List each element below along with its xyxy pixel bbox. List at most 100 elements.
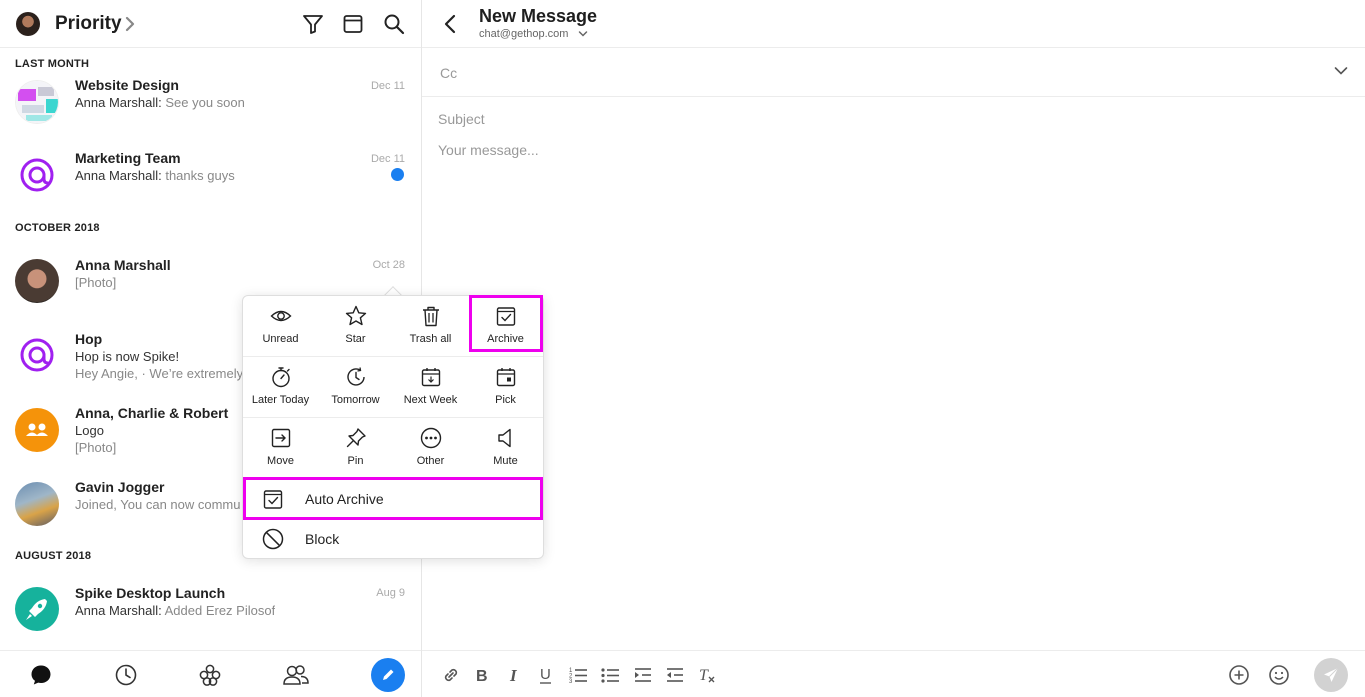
other-action[interactable]: Other (393, 418, 468, 479)
formatting-toolbar: B I U 123 T (422, 650, 1365, 697)
svg-text:B: B (476, 668, 488, 685)
subject-input[interactable]: Subject (438, 111, 485, 127)
avatar (15, 259, 59, 303)
italic-icon[interactable]: I (504, 665, 524, 685)
unread-action[interactable]: Unread (243, 296, 318, 357)
calendar-pick-icon (496, 368, 516, 387)
conversation-date: Dec 11 (370, 153, 405, 165)
conversation-line: Logo (75, 423, 104, 438)
action-label: Move (267, 455, 294, 467)
trash-all-action[interactable]: Trash all (393, 296, 468, 357)
clock-arrow-icon (347, 367, 365, 386)
add-attachment-icon[interactable] (1228, 664, 1250, 686)
clear-formatting-icon[interactable]: T (697, 665, 717, 685)
cc-label: Cc (440, 65, 458, 81)
action-label: Star (345, 333, 366, 345)
section-header: OCTOBER 2018 (15, 222, 100, 234)
pick-date-action[interactable]: Pick (468, 357, 543, 418)
groups-icon[interactable] (198, 663, 222, 687)
conversation-name: Marketing Team (75, 150, 181, 166)
chat-bubble-icon[interactable] (29, 663, 53, 687)
conversation-date: Aug 9 (376, 587, 405, 599)
conversation-name: Website Design (75, 77, 179, 93)
pin-icon (346, 428, 366, 448)
cc-field[interactable]: Cc (422, 48, 1365, 97)
menu-row: Later Today Tomorrow Next Week Pick (243, 357, 543, 418)
section-header: AUGUST 2018 (15, 550, 92, 562)
star-icon (345, 305, 367, 326)
block-icon (262, 528, 284, 550)
svg-text:T: T (699, 667, 709, 684)
mute-action[interactable]: Mute (468, 418, 543, 479)
menu-row: Move Pin Other Mute (243, 418, 543, 479)
message-input[interactable]: Your message... (438, 142, 539, 158)
chevron-down-icon[interactable] (578, 30, 588, 38)
conversation-row[interactable]: Marketing Team Anna Marshall: thanks guy… (0, 145, 421, 215)
indent-icon[interactable] (633, 665, 653, 685)
rocket-avatar (15, 587, 59, 631)
conversation-preview: Hey Angie, · We’re extremely (75, 366, 244, 381)
conversation-name: Anna Marshall (75, 257, 171, 273)
action-label: Next Week (403, 394, 458, 406)
svg-text:U: U (540, 666, 551, 683)
speaker-mute-icon (498, 428, 511, 448)
calendar-view-icon[interactable] (341, 12, 365, 36)
tomorrow-action[interactable]: Tomorrow (318, 357, 393, 418)
numbered-list-icon[interactable]: 123 (568, 665, 588, 685)
action-label: Tomorrow (331, 394, 380, 406)
later-today-action[interactable]: Later Today (243, 357, 318, 418)
compose-header: New Message chat@gethop.com (422, 0, 1365, 48)
outdent-icon[interactable] (665, 665, 685, 685)
spike-logo-icon (15, 333, 59, 377)
from-account[interactable]: chat@gethop.com (479, 28, 568, 40)
move-action[interactable]: Move (243, 418, 318, 479)
search-icon[interactable] (382, 12, 406, 36)
underline-icon[interactable]: U (536, 665, 556, 685)
block-action[interactable]: Block (243, 519, 543, 559)
conversation-line: Hop is now Spike! (75, 349, 180, 364)
next-week-action[interactable]: Next Week (393, 357, 468, 418)
section-header: LAST MONTH (15, 58, 90, 70)
pencil-icon (383, 669, 394, 680)
my-avatar[interactable] (16, 12, 40, 36)
conversation-row[interactable]: Website Design Anna Marshall: See you so… (0, 72, 421, 142)
link-icon[interactable] (441, 665, 461, 685)
conversation-date: Dec 11 (370, 80, 405, 92)
list-header: Priority (0, 0, 421, 48)
highlight-box (243, 477, 543, 520)
chevron-down-icon[interactable] (1334, 66, 1348, 76)
spike-group-icon (15, 153, 59, 197)
eye-icon (270, 310, 292, 322)
back-arrow-icon[interactable] (442, 13, 458, 35)
star-action[interactable]: Star (318, 296, 393, 357)
conversation-preview: Anna Marshall: See you soon (75, 95, 245, 110)
clock-icon[interactable] (114, 663, 138, 687)
mailbox-title[interactable]: Priority (55, 13, 122, 35)
send-button[interactable] (1314, 658, 1348, 692)
conversation-name: Anna, Charlie & Robert (75, 405, 229, 421)
stopwatch-icon (272, 367, 290, 388)
pin-action[interactable]: Pin (318, 418, 393, 479)
action-label: Trash all (409, 333, 452, 345)
action-label: Other (416, 455, 445, 467)
action-label: Later Today (251, 394, 310, 406)
chevron-right-icon[interactable] (122, 15, 138, 33)
action-label: Unread (262, 333, 299, 345)
move-icon (271, 428, 291, 448)
conversation-preview: Anna Marshall: Added Erez Pilosof (75, 603, 276, 618)
conversation-name: Hop (75, 331, 103, 347)
emoji-icon[interactable] (1268, 664, 1290, 686)
compose-title: New Message (479, 6, 598, 26)
filter-icon[interactable] (301, 12, 325, 36)
trash-icon (423, 306, 439, 327)
avatar (15, 482, 59, 526)
conversation-row[interactable]: Spike Desktop Launch Anna Marshall: Adde… (0, 580, 421, 650)
compose-button[interactable] (371, 658, 405, 692)
action-label: Mute (493, 455, 518, 467)
avatar (15, 80, 59, 124)
bullet-list-icon[interactable] (600, 665, 620, 685)
bold-icon[interactable]: B (472, 665, 492, 685)
conversation-preview: [Photo] (75, 275, 117, 290)
more-icon (420, 427, 442, 449)
contacts-icon[interactable] (282, 663, 310, 687)
